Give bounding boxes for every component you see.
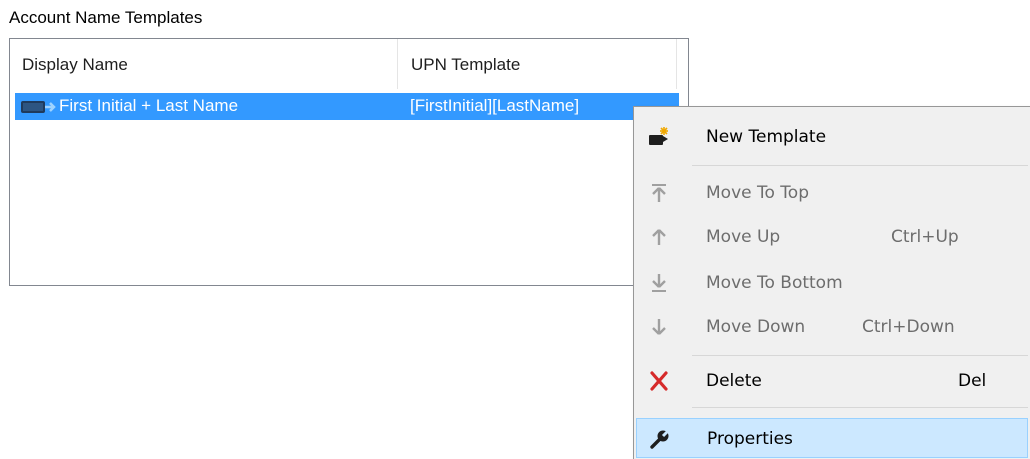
menu-item-shortcut: Ctrl+Down <box>862 317 955 337</box>
menu-item-delete[interactable]: Delete Del <box>636 361 1028 401</box>
menu-item-label: Move Down <box>706 317 806 337</box>
menu-separator <box>692 165 1028 166</box>
move-down-icon <box>648 316 670 338</box>
delete-icon <box>648 370 670 392</box>
menu-item-properties[interactable]: Properties <box>636 418 1028 458</box>
move-to-bottom-icon <box>648 272 670 294</box>
menu-item-label: New Template <box>706 127 827 147</box>
column-header-upn-template[interactable]: UPN Template <box>399 39 677 89</box>
menu-item-label: Move To Top <box>706 183 809 203</box>
menu-item-new-template[interactable]: New Template <box>636 117 1028 157</box>
move-up-icon <box>648 226 670 248</box>
menu-item-shortcut: Ctrl+Up <box>891 227 959 247</box>
table-row[interactable]: First Initial + Last Name [FirstInitial]… <box>15 93 679 120</box>
list-header: Display Name UPN Template <box>10 39 688 89</box>
menu-item-label: Move To Bottom <box>706 273 843 293</box>
account-name-templates-label: Account Name Templates <box>9 8 203 27</box>
row-upn-template: [FirstInitial][LastName] <box>410 96 580 115</box>
menu-item-move-to-top[interactable]: Move To Top <box>636 173 1028 213</box>
context-menu: New Template Move To Top Move Up Ctrl+Up <box>633 106 1030 459</box>
new-template-icon <box>648 126 670 148</box>
move-to-top-icon <box>648 182 670 204</box>
templates-list-view[interactable]: Display Name UPN Template First Initial … <box>9 38 689 286</box>
menu-item-move-to-bottom[interactable]: Move To Bottom <box>636 263 1028 303</box>
menu-item-move-down[interactable]: Move Down Ctrl+Down <box>636 307 1028 347</box>
properties-icon <box>649 428 671 450</box>
menu-item-move-up[interactable]: Move Up Ctrl+Up <box>636 217 1028 257</box>
column-header-display-name[interactable]: Display Name <box>10 39 398 89</box>
template-tag-icon <box>20 99 56 115</box>
menu-separator <box>692 407 1028 408</box>
menu-item-shortcut: Del <box>958 371 987 391</box>
menu-item-label: Delete <box>706 371 762 391</box>
menu-item-label: Properties <box>707 429 793 449</box>
menu-separator <box>692 355 1028 356</box>
row-display-name: First Initial + Last Name <box>59 96 239 115</box>
menu-item-label: Move Up <box>706 227 781 247</box>
